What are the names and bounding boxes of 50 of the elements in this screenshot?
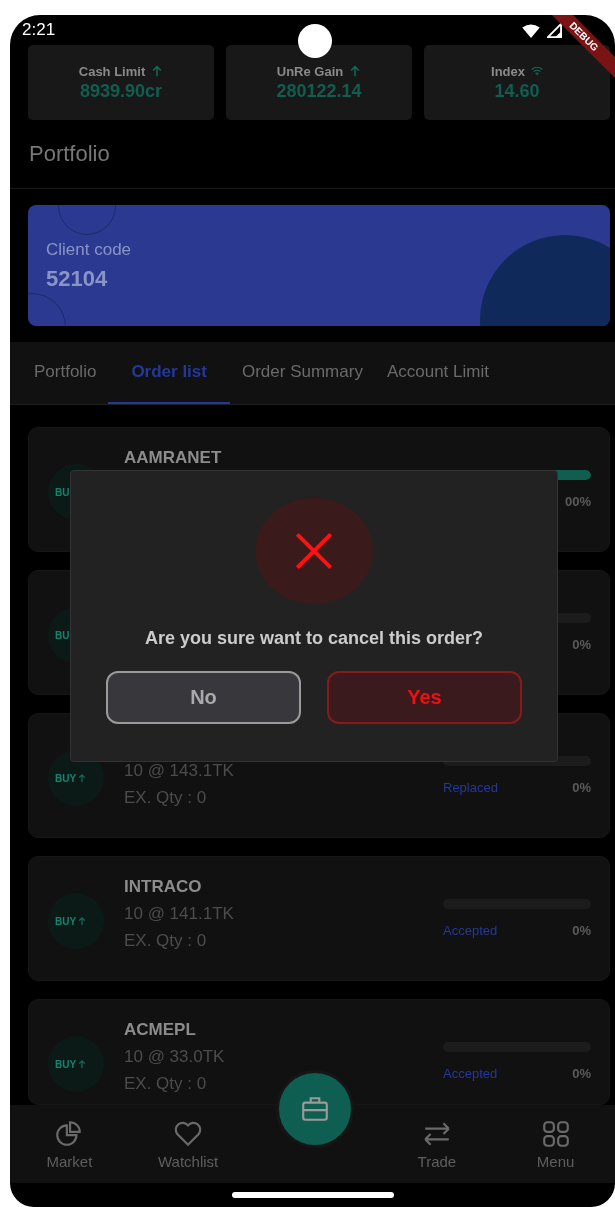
fill-percent: 00% xyxy=(564,494,591,509)
fill-percent: 0% xyxy=(572,637,591,652)
executed-qty: EX. Qty : 0 xyxy=(124,788,208,809)
confirm-button[interactable]: Yes xyxy=(327,671,522,724)
executed-qty: EX. Qty : 0 xyxy=(124,931,208,952)
nav-item[interactable]: Market xyxy=(10,1105,129,1183)
fill-percent: 0% xyxy=(572,1066,591,1081)
order-symbol: ACMEPL xyxy=(124,1020,197,1041)
client-code: 52104 xyxy=(46,265,109,292)
wifi-icon xyxy=(531,65,543,77)
order-status: Accepted xyxy=(443,1066,498,1081)
dialog-message: Are you sure want to cancel this order? xyxy=(144,628,484,649)
stat-label: UnRe Gain xyxy=(276,63,344,79)
tab[interactable]: Order Summary xyxy=(229,342,375,404)
nav-item[interactable]: Trade xyxy=(377,1105,497,1183)
order-price: 10 @ 143.1TK xyxy=(124,761,235,782)
executed-qty: EX. Qty : 0 xyxy=(124,1074,208,1095)
page-title: Portfolio xyxy=(29,141,110,167)
order-status: Replaced xyxy=(443,780,498,795)
order-card[interactable]: BUY INTRACO 10 @ 141.1TK EX. Qty : 0 Accepted 0% xyxy=(28,856,610,981)
order-symbol: INTRACO xyxy=(124,877,203,898)
order-symbol: AAMRANET xyxy=(124,448,223,469)
arrow-up-icon xyxy=(151,65,164,77)
status-time: 2:21 xyxy=(22,20,56,40)
order-price: 10 @ 141.1TK xyxy=(124,904,235,925)
order-status: Accepted xyxy=(443,923,498,938)
tab[interactable]: Order list xyxy=(108,342,230,404)
nav-item[interactable]: Watchlist xyxy=(128,1105,248,1183)
client-code-label: Client code xyxy=(46,239,133,260)
stat-value: 280122.14 xyxy=(276,80,362,102)
buy-badge: BUY xyxy=(48,893,104,949)
nav-item[interactable]: Menu xyxy=(496,1105,615,1183)
stat-value: 14.60 xyxy=(494,80,540,102)
briefcase-icon xyxy=(300,1094,330,1124)
order-card[interactable]: BUY ACMEPL 10 @ 33.0TK EX. Qty : 0 Accepted 0% xyxy=(28,999,610,1105)
fill-percent: 0% xyxy=(572,780,591,795)
order-price: 10 @ 33.0TK xyxy=(124,1047,226,1068)
stat-value: 8939.90cr xyxy=(79,80,163,102)
signal-icon xyxy=(547,23,562,38)
arrow-up-icon xyxy=(349,65,362,77)
stat-label: Cash Limit xyxy=(78,63,146,79)
camera-cutout xyxy=(298,24,332,58)
wifi-icon xyxy=(522,24,540,38)
dismiss-button[interactable]: No xyxy=(106,671,301,724)
fill-percent: 0% xyxy=(572,923,591,938)
tab[interactable]: Account Limit xyxy=(374,342,501,404)
tab[interactable]: Portfolio xyxy=(22,342,109,404)
stat-label: Index xyxy=(491,63,525,79)
buy-badge: BUY xyxy=(48,1036,104,1092)
grid-icon xyxy=(540,1118,571,1149)
